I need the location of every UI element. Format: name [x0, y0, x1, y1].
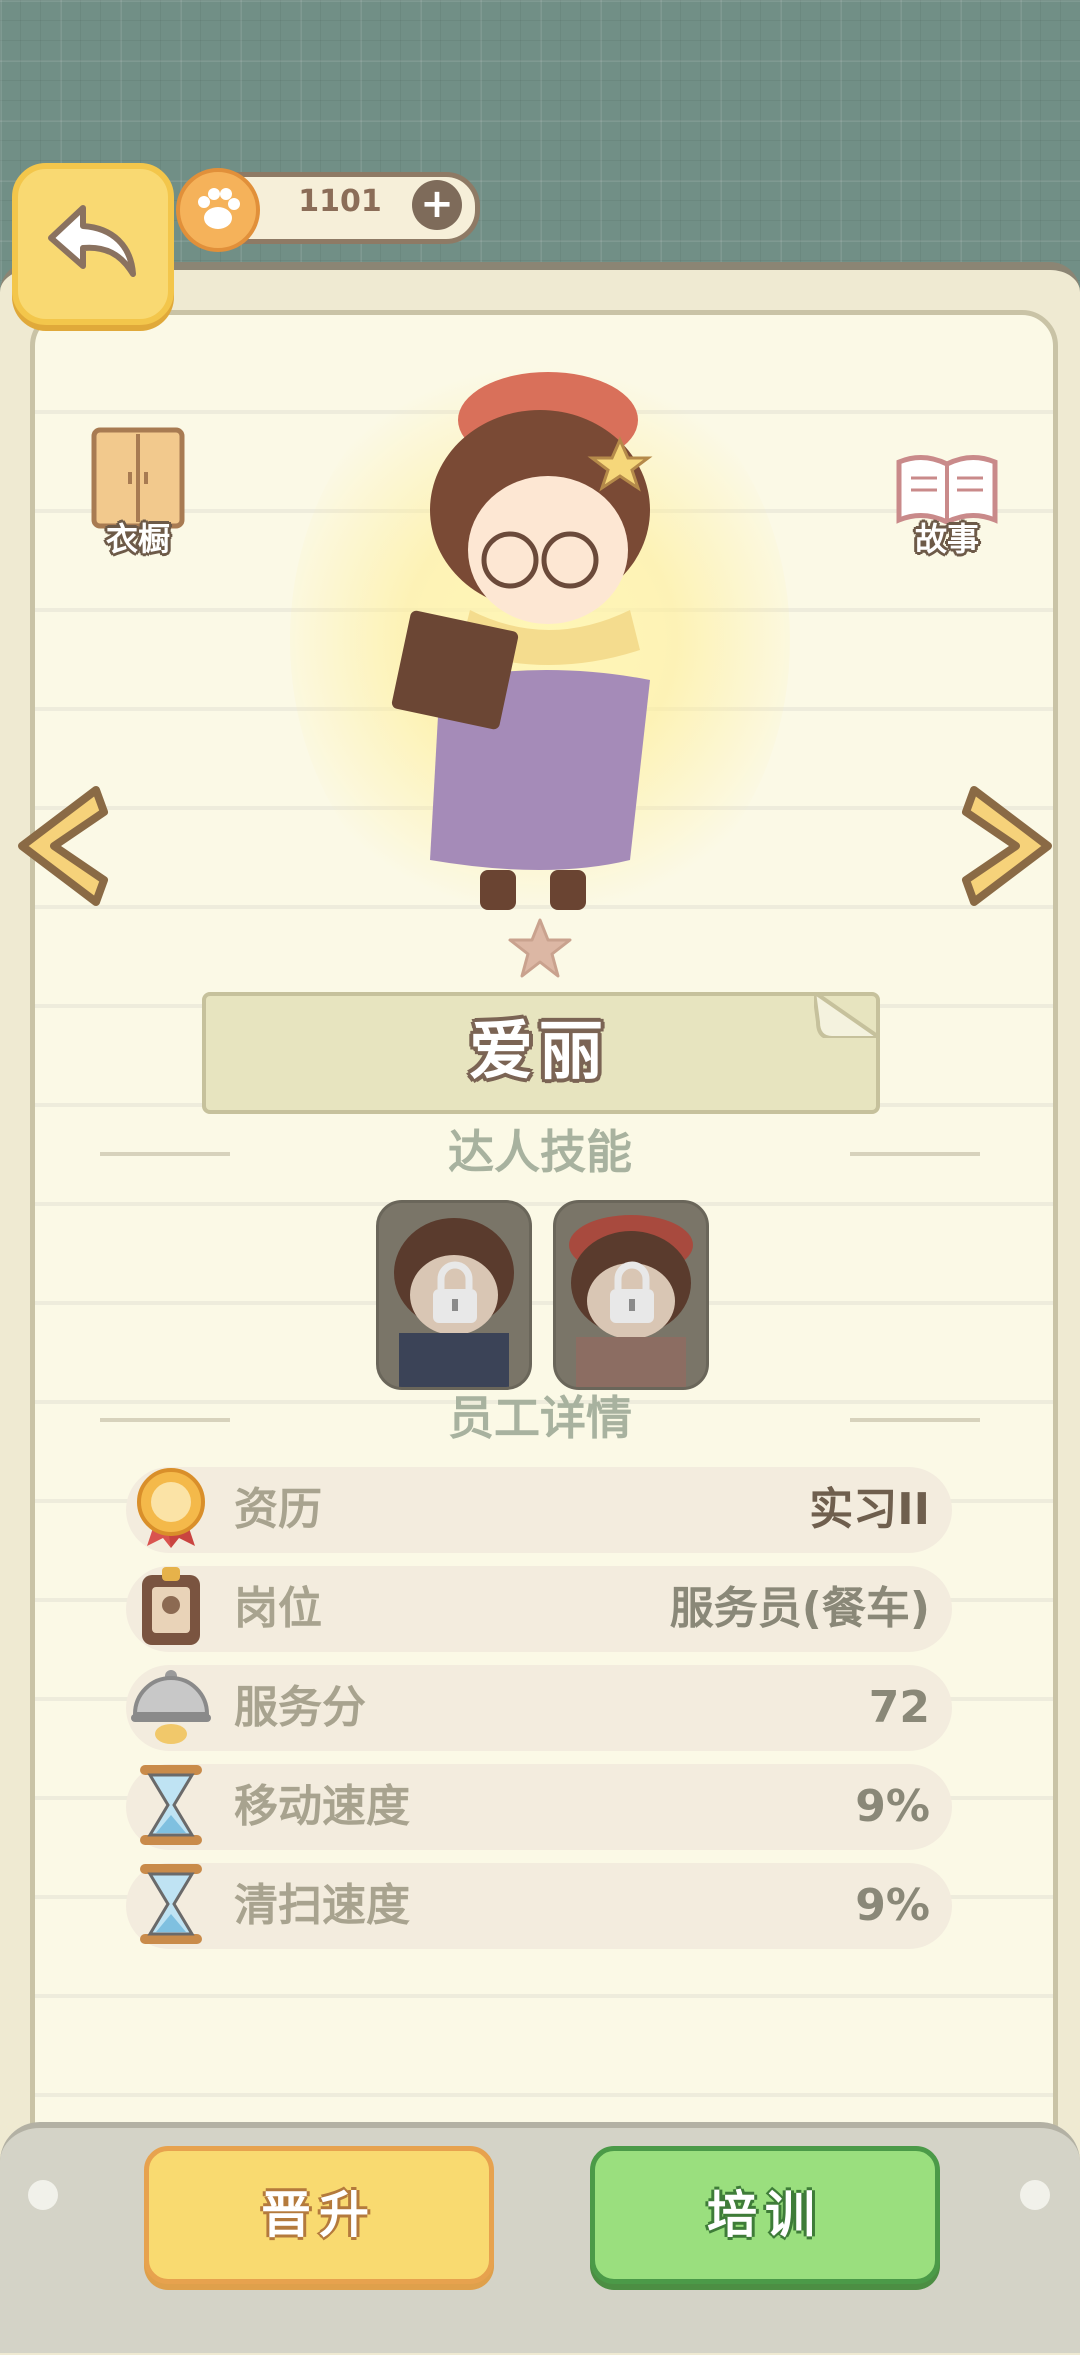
cloche-icon — [128, 1663, 214, 1749]
medal-icon — [128, 1465, 214, 1551]
stat-value: 服务员(餐车) — [669, 1583, 930, 1634]
stat-value: 实习II — [809, 1484, 930, 1535]
decor-dot — [1020, 2180, 1050, 2210]
skill-slot-1[interactable] — [376, 1200, 532, 1390]
skill-slot-2[interactable] — [553, 1200, 709, 1390]
badge-icon — [128, 1564, 214, 1650]
stat-label: 清扫速度 — [234, 1880, 410, 1931]
hourglass-icon — [128, 1861, 214, 1947]
lock-icon — [604, 1261, 660, 1329]
promote-button[interactable]: 晋升 — [144, 2146, 494, 2284]
chevron-left-icon — [18, 786, 108, 906]
skills-title: 达人技能 — [448, 1125, 632, 1179]
add-coins-button[interactable]: + — [412, 180, 462, 230]
train-button[interactable]: 培训 — [590, 2146, 940, 2284]
character-portrait — [380, 360, 700, 930]
stat-label: 服务分 — [234, 1682, 366, 1733]
stat-label: 资历 — [234, 1484, 322, 1535]
next-character-button[interactable] — [956, 776, 1066, 916]
back-arrow-icon — [45, 202, 141, 286]
paw-coin-icon — [176, 168, 260, 252]
star-icon — [508, 918, 572, 982]
hourglass-icon — [128, 1762, 214, 1848]
coin-count: 1101 — [298, 184, 382, 219]
stat-label: 移动速度 — [234, 1781, 410, 1832]
stat-value: 9% — [855, 1781, 930, 1832]
details-title: 员工详情 — [448, 1391, 632, 1445]
prev-character-button[interactable] — [4, 776, 114, 916]
stat-value: 72 — [868, 1682, 930, 1733]
wardrobe-label: 衣橱 — [105, 520, 170, 558]
character-name: 爱丽 — [469, 1015, 609, 1089]
plus-icon: + — [420, 181, 454, 227]
lock-icon — [427, 1261, 483, 1329]
chevron-right-icon — [962, 786, 1052, 906]
back-button[interactable] — [12, 163, 174, 325]
stat-label: 岗位 — [234, 1583, 322, 1634]
story-label: 故事 — [914, 520, 979, 558]
stat-value: 9% — [855, 1880, 930, 1931]
decor-dot — [28, 2180, 58, 2210]
